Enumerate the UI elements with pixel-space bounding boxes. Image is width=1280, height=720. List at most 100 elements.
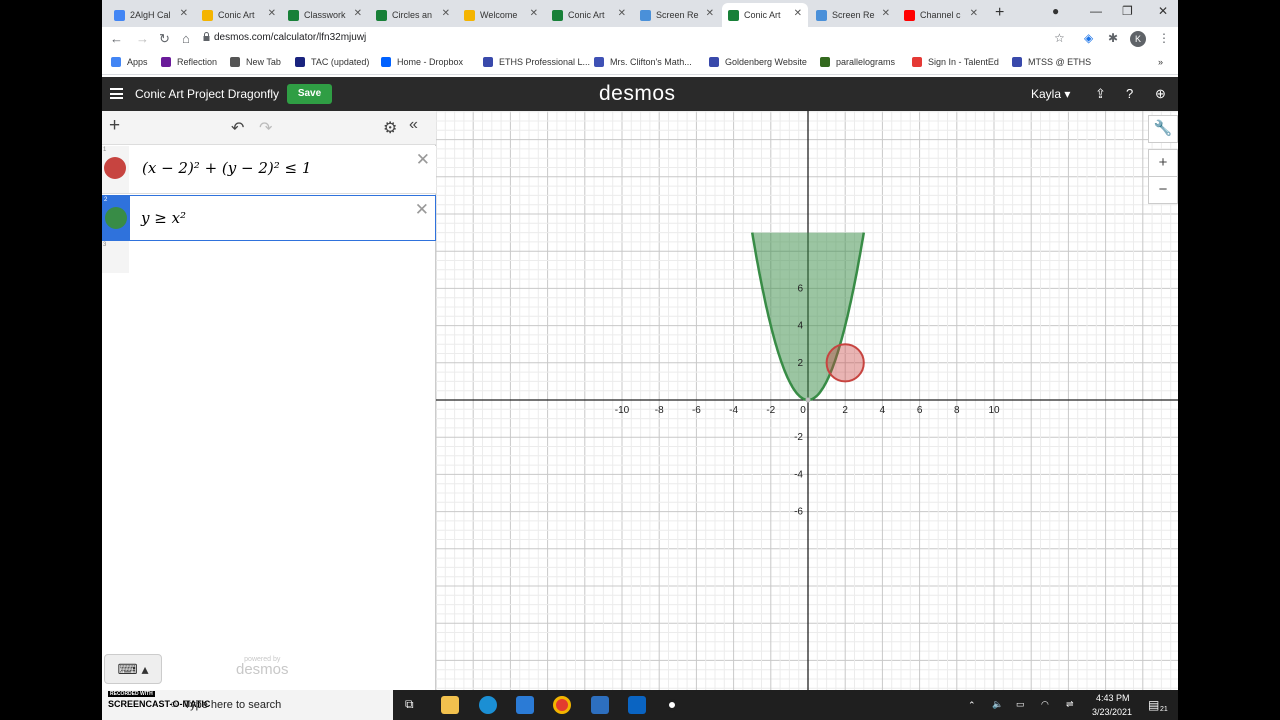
tab-close-icon[interactable]: ✕	[268, 8, 276, 19]
browser-tab[interactable]: Welcome ✕	[458, 3, 544, 27]
bookmark-star-icon[interactable]: ☆	[1054, 31, 1065, 45]
graph-paper[interactable]: -10 -8 -6 -4 -2 0 2 4 6 8 10 2 4 6 -2 -4 -6 🔧 + −	[436, 111, 1178, 690]
graph-title[interactable]: Conic Art Project Dragonfly	[135, 87, 279, 101]
settings-gear-icon[interactable]: ⚙	[383, 118, 397, 138]
expression-input[interactable]: y ≥ x²	[141, 209, 186, 227]
delete-expression-icon[interactable]: ✕	[415, 200, 429, 220]
clock-time[interactable]: 4:43 PM	[1096, 693, 1130, 703]
task-view-icon[interactable]: ⧉	[405, 697, 414, 712]
taskbar-search-box[interactable]: RECORDED WITH SCREENCAST-O-MATIC ○ Type …	[102, 690, 393, 720]
hamburger-menu-icon[interactable]	[110, 88, 123, 99]
bookmark-icon	[820, 57, 830, 67]
tab-strip: 2AlgH Cal ✕ Conic Art ✕ Classwork ✕ Circles an…	[102, 0, 1178, 27]
help-icon[interactable]: ?	[1126, 86, 1133, 101]
expression-row-2[interactable]: 2 y ≥ x² ✕	[102, 195, 436, 241]
bookmark-item[interactable]: New Tab	[230, 57, 281, 67]
tab-close-icon[interactable]: ✕	[354, 8, 362, 19]
show-hidden-icons-icon[interactable]: ⌃	[968, 700, 976, 711]
tab-favicon-icon	[202, 9, 213, 21]
bookmark-item[interactable]: Reflection	[161, 57, 217, 67]
graph-canvas[interactable]: -10 -8 -6 -4 -2 0 2 4 6 8 10 2 4 6 -2 -4 -6	[436, 111, 1178, 690]
tab-close-icon[interactable]: ✕	[794, 8, 802, 19]
file-explorer-icon[interactable]	[441, 696, 459, 714]
tab-close-icon[interactable]: ✕	[970, 8, 978, 19]
wifi-icon[interactable]: ◠	[1041, 699, 1049, 710]
browser-tab[interactable]: Channel c ✕	[898, 3, 984, 27]
tab-close-icon[interactable]: ✕	[530, 8, 538, 19]
extension-icon[interactable]: ◈	[1084, 31, 1093, 45]
color-swatch-icon[interactable]	[104, 157, 126, 179]
collapse-panel-icon[interactable]: «	[409, 116, 418, 134]
browser-tab[interactable]: Conic Art ✕	[546, 3, 632, 27]
network-icon[interactable]: ⇌	[1066, 699, 1074, 710]
extensions-puzzle-icon[interactable]: ✱	[1108, 31, 1118, 45]
minimize-button[interactable]: —	[1090, 4, 1102, 18]
bookmark-item[interactable]: MTSS @ ETHS	[1012, 57, 1091, 67]
empty-expression-row[interactable]: 3	[102, 241, 129, 273]
expression-number: 3	[103, 242, 107, 248]
reload-icon[interactable]: ↻	[159, 31, 170, 47]
clock-date[interactable]: 3/23/2021	[1092, 707, 1132, 717]
bookmark-icon	[295, 57, 305, 67]
language-globe-icon[interactable]: ⊕	[1155, 86, 1166, 102]
browser-tab[interactable]: Conic Art ✕	[722, 3, 808, 27]
bookmark-item[interactable]: Home - Dropbox	[381, 57, 463, 67]
mail-icon[interactable]	[516, 696, 534, 714]
x-tick-label: 4	[880, 405, 886, 416]
zoom-in-button[interactable]: +	[1148, 149, 1178, 177]
tab-close-icon[interactable]: ✕	[882, 8, 890, 19]
profile-menu-icon[interactable]: ●	[1052, 4, 1059, 18]
bookmark-item[interactable]: Sign In - TalentEd	[912, 57, 999, 67]
tab-close-icon[interactable]: ✕	[706, 8, 714, 19]
redo-icon[interactable]: ↷	[259, 118, 272, 138]
profile-avatar[interactable]: K	[1130, 31, 1146, 47]
bookmark-icon	[381, 57, 391, 67]
save-button[interactable]: Save	[287, 84, 332, 104]
more-bookmarks-icon[interactable]: »	[1158, 57, 1163, 67]
back-icon[interactable]: ←	[110, 31, 123, 46]
zoom-out-button[interactable]: −	[1148, 176, 1178, 204]
forward-icon[interactable]: →	[136, 31, 149, 46]
delete-expression-icon[interactable]: ✕	[416, 150, 430, 170]
add-item-icon[interactable]: +	[109, 115, 120, 137]
keyboard-toggle-button[interactable]: ⌨ ▴	[104, 654, 162, 684]
tab-close-icon[interactable]: ✕	[618, 8, 626, 19]
new-tab-button[interactable]: +	[995, 4, 1004, 22]
close-window-button[interactable]: ✕	[1158, 4, 1168, 18]
outlook-icon[interactable]	[628, 696, 646, 714]
volume-icon[interactable]: 🔈	[992, 699, 1003, 710]
notifications-icon[interactable]: ▤	[1148, 698, 1159, 712]
battery-icon[interactable]: ▭	[1016, 699, 1025, 710]
browser-tab[interactable]: 2AlgH Cal ✕	[108, 3, 194, 27]
expression-row-1[interactable]: 1 (x − 2)² + (y − 2)² ≤ 1 ✕	[102, 146, 436, 194]
chrome-icon[interactable]	[553, 696, 571, 714]
browser-tab[interactable]: Circles an ✕	[370, 3, 456, 27]
store-icon[interactable]	[591, 696, 609, 714]
tab-close-icon[interactable]: ✕	[180, 8, 188, 19]
tab-close-icon[interactable]: ✕	[442, 8, 450, 19]
bookmark-item[interactable]: TAC (updated)	[295, 57, 369, 67]
graph-settings-wrench-icon[interactable]: 🔧	[1148, 115, 1178, 143]
undo-icon[interactable]: ↶	[231, 118, 244, 138]
bookmark-item[interactable]: Apps	[111, 57, 148, 67]
share-icon[interactable]: ⇪	[1095, 86, 1106, 102]
home-icon[interactable]: ⌂	[182, 31, 190, 46]
url-input[interactable]: desmos.com/calculator/lfn32mjuwj	[214, 32, 366, 43]
menu-kebab-icon[interactable]: ⋮	[1158, 31, 1170, 45]
edge-icon[interactable]	[479, 696, 497, 714]
browser-tab[interactable]: Screen Re ✕	[634, 3, 720, 27]
browser-tab[interactable]: Classwork ✕	[282, 3, 368, 27]
browser-tab[interactable]: Conic Art ✕	[196, 3, 282, 27]
expression-input[interactable]: (x − 2)² + (y − 2)² ≤ 1	[142, 159, 311, 177]
bookmark-item[interactable]: ETHS Professional L...	[483, 57, 590, 67]
maximize-button[interactable]: ❐	[1122, 4, 1133, 18]
user-menu[interactable]: Kayla ▾	[1031, 87, 1070, 101]
browser-tab[interactable]: Screen Re ✕	[810, 3, 896, 27]
bookmark-item[interactable]: Goldenberg Website	[709, 57, 807, 67]
bookmark-item[interactable]: parallelograms	[820, 57, 895, 67]
screen-recorder-icon[interactable]	[666, 699, 678, 711]
color-swatch-icon[interactable]	[105, 207, 127, 229]
bookmark-item[interactable]: Mrs. Clifton's Math...	[594, 57, 692, 67]
taskbar-search-input[interactable]: Type here to search	[184, 699, 281, 711]
expression-gutter: 1	[102, 146, 129, 193]
